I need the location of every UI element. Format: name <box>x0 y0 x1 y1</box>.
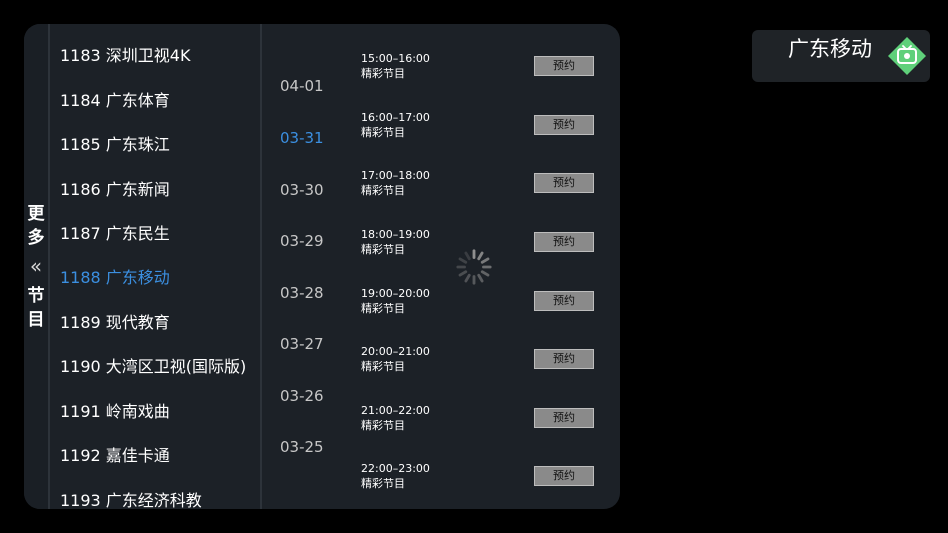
more-tab-char: 目 <box>27 310 45 330</box>
date-item-selected[interactable]: 03-31 <box>280 129 324 147</box>
more-tab-char: 更 <box>27 204 45 224</box>
reserve-button[interactable]: 预约 <box>534 56 594 76</box>
program-item[interactable]: 19:00–20:00 精彩节目 <box>361 286 481 316</box>
program-item[interactable]: 15:00–16:00 精彩节目 <box>361 51 481 81</box>
reserve-button[interactable]: 预约 <box>534 115 594 135</box>
date-item[interactable]: 03-30 <box>280 181 324 199</box>
program-name: 精彩节目 <box>361 419 405 432</box>
more-programs-tab[interactable]: 更 多 « 节 目 <box>24 24 50 509</box>
program-time: 18:00–19:00 <box>361 228 430 241</box>
program-name: 精彩节目 <box>361 302 405 315</box>
reserve-button[interactable]: 预约 <box>534 173 594 193</box>
tv-icon <box>888 37 926 75</box>
channel-item[interactable]: 1184 广东体育 <box>60 87 170 111</box>
more-tab-char: 节 <box>27 286 45 306</box>
current-channel-name: 广东移动 <box>788 37 872 61</box>
date-item[interactable]: 03-29 <box>280 232 324 250</box>
program-time: 22:00–23:00 <box>361 462 430 475</box>
channel-item[interactable]: 1192 嘉佳卡通 <box>60 442 170 466</box>
channel-item[interactable]: 1191 岭南戏曲 <box>60 398 170 422</box>
channel-item[interactable]: 1187 广东民生 <box>60 220 170 244</box>
program-time: 19:00–20:00 <box>361 287 430 300</box>
program-name: 精彩节目 <box>361 126 405 139</box>
date-item[interactable]: 04-01 <box>280 77 324 95</box>
reserve-button[interactable]: 预约 <box>534 291 594 311</box>
current-channel-card: 广东移动 <box>752 30 930 82</box>
more-tab-char: 多 <box>27 228 45 248</box>
program-item[interactable]: 17:00–18:00 精彩节目 <box>361 168 481 198</box>
channel-item[interactable]: 1189 现代教育 <box>60 309 170 333</box>
program-item[interactable]: 22:00–23:00 精彩节目 <box>361 461 481 491</box>
date-item[interactable]: 03-27 <box>280 335 324 353</box>
program-item[interactable]: 21:00–22:00 精彩节目 <box>361 403 481 433</box>
reserve-button[interactable]: 预约 <box>534 408 594 428</box>
program-time: 20:00–21:00 <box>361 345 430 358</box>
program-item[interactable]: 20:00–21:00 精彩节目 <box>361 344 481 374</box>
loading-spinner-icon <box>456 249 492 285</box>
channel-item[interactable]: 1193 广东经济科教 <box>60 487 202 509</box>
program-name: 精彩节目 <box>361 360 405 373</box>
channel-item[interactable]: 1183 深圳卫视4K <box>60 42 190 66</box>
date-item[interactable]: 03-26 <box>280 387 324 405</box>
program-time: 17:00–18:00 <box>361 169 430 182</box>
epg-panel: 更 多 « 节 目 1183 深圳卫视4K 1184 广东体育 1185 广东珠… <box>24 24 620 509</box>
program-item[interactable]: 16:00–17:00 精彩节目 <box>361 110 481 140</box>
chevron-left-icon: « <box>29 254 43 278</box>
channel-item[interactable]: 1185 广东珠江 <box>60 131 170 155</box>
channel-item-selected[interactable]: 1188 广东移动 <box>60 264 170 288</box>
channel-list: 1183 深圳卫视4K 1184 广东体育 1185 广东珠江 1186 广东新… <box>50 24 262 509</box>
program-name: 精彩节目 <box>361 477 405 490</box>
program-time: 15:00–16:00 <box>361 52 430 65</box>
program-name: 精彩节目 <box>361 184 405 197</box>
date-item[interactable]: 03-28 <box>280 284 324 302</box>
date-item[interactable]: 03-25 <box>280 438 324 456</box>
reserve-button[interactable]: 预约 <box>534 232 594 252</box>
channel-item[interactable]: 1186 广东新闻 <box>60 176 170 200</box>
reserve-button[interactable]: 预约 <box>534 349 594 369</box>
channel-item[interactable]: 1190 大湾区卫视(国际版) <box>60 353 246 377</box>
reserve-button[interactable]: 预约 <box>534 466 594 486</box>
program-name: 精彩节目 <box>361 67 405 80</box>
program-time: 21:00–22:00 <box>361 404 430 417</box>
program-time: 16:00–17:00 <box>361 111 430 124</box>
